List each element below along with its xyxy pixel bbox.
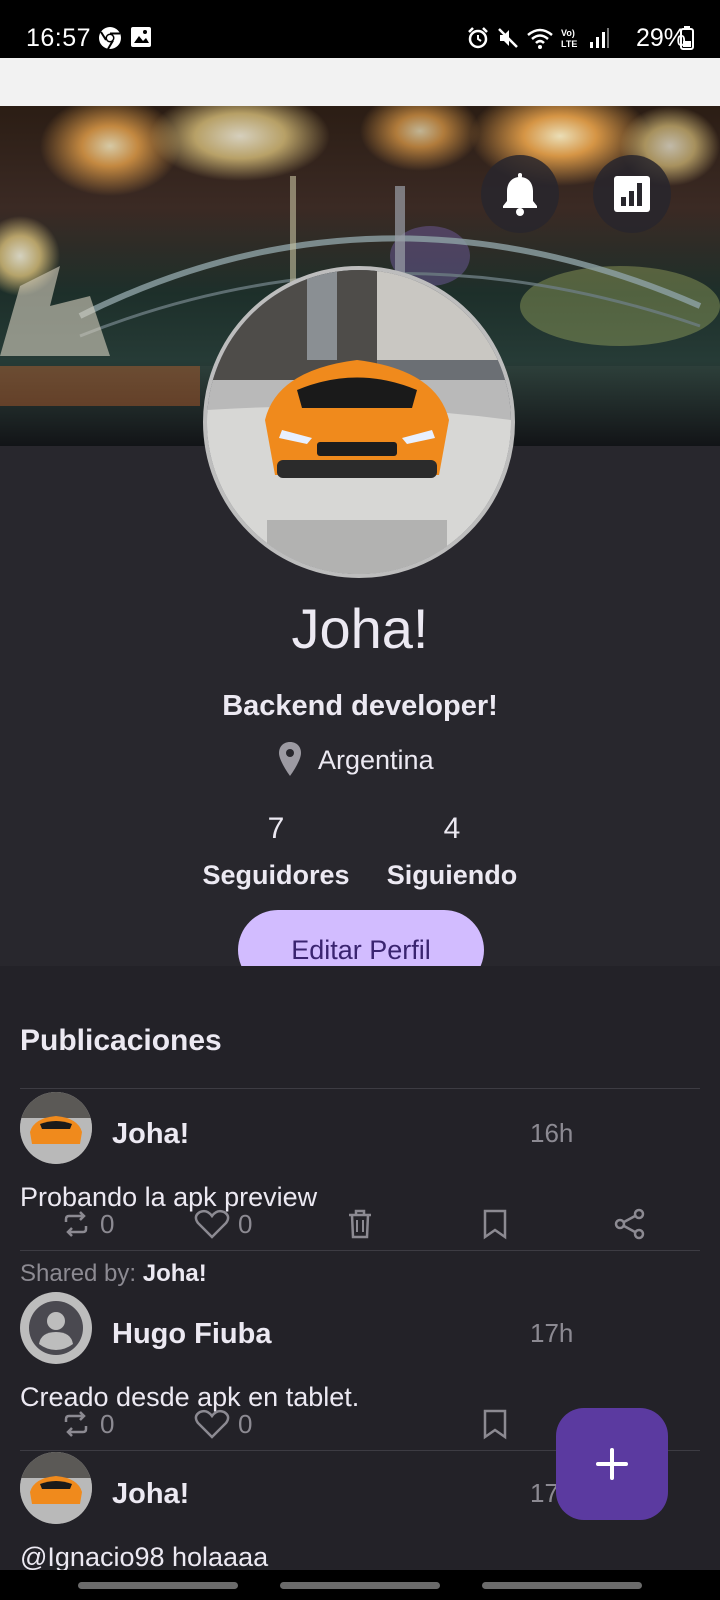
volte-icon: Vo) LTE	[561, 28, 577, 49]
like-button[interactable]: 0	[194, 1408, 252, 1440]
location-text: Argentina	[318, 744, 434, 775]
profile-bio: Backend developer!	[222, 690, 498, 722]
bell-icon	[503, 173, 537, 216]
system-nav-bar	[0, 1570, 720, 1600]
shared-by: Shared by: Joha!	[20, 1260, 207, 1288]
nav-recents-button[interactable]	[78, 1582, 238, 1589]
repost-count: 0	[100, 1408, 115, 1439]
default-avatar-icon	[22, 1294, 90, 1362]
post-avatar[interactable]	[20, 1452, 92, 1524]
like-count: 0	[238, 1208, 253, 1239]
following-label: Siguiendo	[386, 860, 518, 890]
following-stat[interactable]: 4 Siguiendo	[367, 812, 537, 891]
gallery-icon	[131, 27, 151, 47]
post-author[interactable]: Joha!	[112, 1478, 189, 1511]
signal-icon	[590, 28, 609, 48]
post-text: @Ignacio98 holaaaa	[20, 1542, 269, 1570]
heart-icon	[194, 1209, 230, 1239]
car-photo	[207, 270, 511, 574]
repost-icon	[64, 1411, 88, 1437]
profile-name: Joha!	[291, 597, 429, 660]
notifications-button[interactable]	[481, 155, 559, 233]
wifi-icon	[527, 28, 553, 49]
delete-button[interactable]	[346, 1208, 374, 1240]
bookmark-icon	[483, 1409, 507, 1440]
followers-count: 7	[267, 812, 285, 845]
heart-icon	[194, 1409, 230, 1439]
shared-by-label: Shared by:	[20, 1260, 137, 1287]
status-time: 16:57	[26, 24, 92, 52]
bookmark-button[interactable]	[482, 1208, 508, 1240]
post-avatar[interactable]	[20, 1292, 92, 1364]
car-thumbnail	[20, 1092, 92, 1164]
share-icon	[614, 1208, 645, 1240]
post-time: 17h	[530, 1318, 574, 1348]
svg-text:LTE: LTE	[561, 39, 577, 49]
repost-count: 0	[100, 1208, 115, 1239]
alarm-icon	[468, 27, 488, 49]
post-time: 16h	[530, 1118, 574, 1148]
battery-text: 29%	[635, 24, 686, 52]
post-author[interactable]: Joha!	[112, 1118, 189, 1151]
repost-button[interactable]: 0	[60, 1408, 114, 1440]
bookmark-icon	[483, 1209, 507, 1240]
divider	[20, 1250, 700, 1251]
nav-home-button[interactable]	[280, 1582, 440, 1589]
followers-label: Seguidores	[202, 860, 350, 890]
new-post-button[interactable]	[556, 1408, 668, 1520]
chrome-icon	[99, 27, 121, 50]
location-pin-icon	[279, 742, 301, 776]
feed-title: Publicaciones	[20, 1024, 222, 1057]
nav-back-button[interactable]	[482, 1582, 642, 1589]
shared-by-name[interactable]: Joha!	[143, 1260, 207, 1287]
followers-stat[interactable]: 7 Seguidores	[191, 812, 361, 891]
bookmark-button[interactable]	[482, 1408, 508, 1440]
stats-icon	[614, 176, 650, 212]
post-avatar[interactable]	[20, 1092, 92, 1164]
like-button[interactable]: 0	[194, 1208, 252, 1240]
stats-button[interactable]	[593, 155, 671, 233]
svg-text:Vo): Vo)	[561, 28, 575, 38]
following-count: 4	[443, 812, 461, 845]
app-top-bar	[0, 58, 720, 106]
profile-avatar[interactable]	[203, 266, 515, 578]
repost-icon	[64, 1211, 88, 1237]
post-author[interactable]: Hugo Fiuba	[112, 1318, 271, 1351]
plus-icon	[596, 1448, 628, 1480]
profile-location: Argentina	[278, 738, 434, 782]
divider	[20, 1088, 700, 1089]
trash-icon	[349, 1209, 371, 1239]
share-button[interactable]	[614, 1208, 646, 1240]
repost-button[interactable]: 0	[60, 1208, 114, 1240]
like-count: 0	[238, 1408, 253, 1439]
car-thumbnail	[20, 1452, 92, 1524]
battery-icon	[680, 26, 694, 50]
mute-icon	[498, 28, 518, 48]
status-bar: 16:57 Vo) LTE 29%	[0, 0, 720, 58]
